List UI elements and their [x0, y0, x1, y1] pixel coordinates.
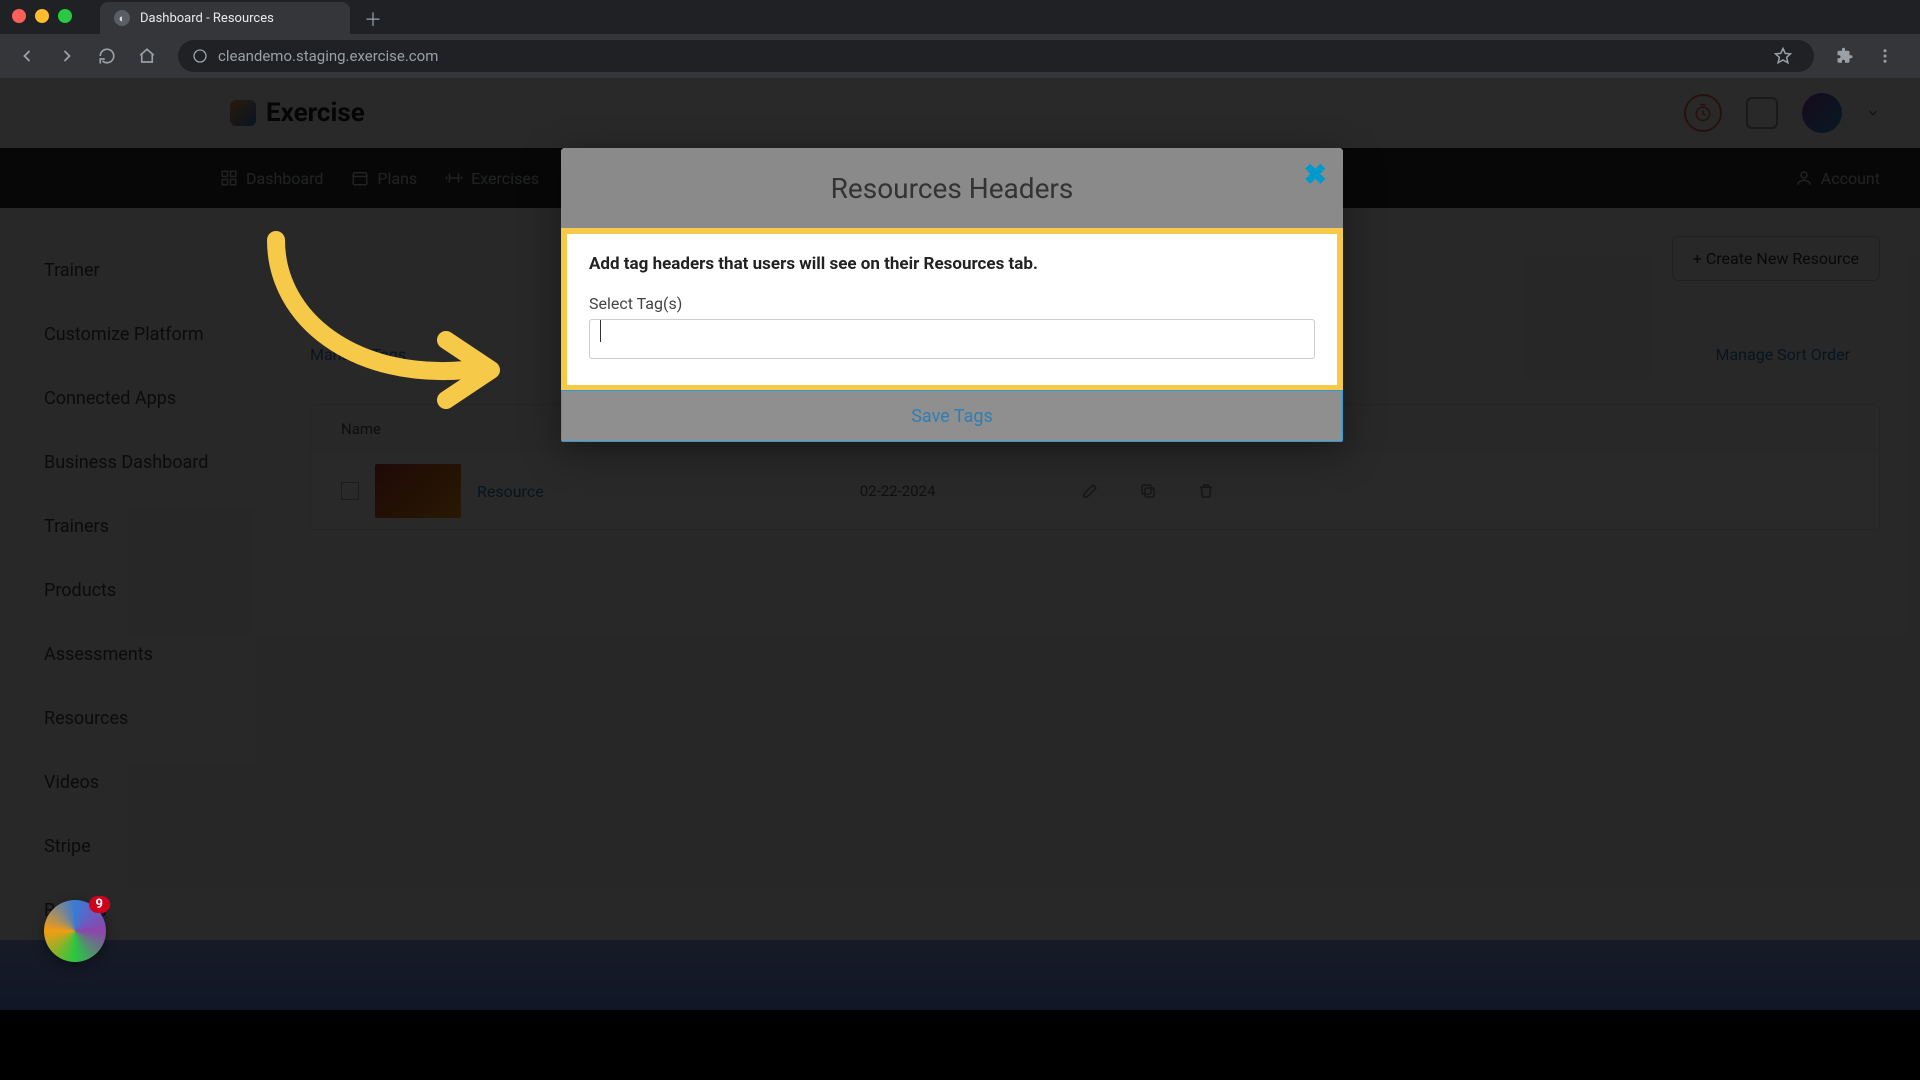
modal-title: Resources Headers	[831, 172, 1074, 205]
modal-close-button[interactable]: ✖	[1304, 158, 1327, 191]
arrow-right-icon	[57, 46, 77, 66]
save-tags-label: Save Tags	[911, 406, 993, 427]
address-bar[interactable]: cleandemo.staging.exercise.com	[178, 40, 1814, 72]
star-icon	[1774, 47, 1792, 65]
window-zoom-button[interactable]	[58, 9, 72, 23]
new-tab-button[interactable]: ＋	[358, 4, 388, 34]
arrow-left-icon	[17, 46, 37, 66]
window-close-button[interactable]	[12, 9, 26, 23]
modal-header: Resources Headers ✖	[561, 148, 1343, 228]
modal-instruction: Add tag headers that users will see on t…	[589, 254, 1315, 274]
page-viewport: Exercise Dashboard Plans Exercises Accou…	[0, 78, 1920, 1010]
browser-tab[interactable]: ◐ Dashboard - Resources	[100, 2, 350, 34]
tab-bar: ◐ Dashboard - Resources ＋	[0, 0, 1920, 34]
browser-toolbar: cleandemo.staging.exercise.com	[0, 34, 1920, 78]
kebab-icon	[1876, 47, 1894, 65]
forward-button[interactable]	[50, 39, 84, 73]
window-traffic-lights	[12, 9, 72, 23]
save-tags-button[interactable]: Save Tags	[561, 390, 1343, 442]
tab-title: Dashboard - Resources	[140, 11, 274, 26]
home-icon	[138, 47, 156, 65]
select-tags-label: Select Tag(s)	[589, 294, 1315, 313]
url-text: cleandemo.staging.exercise.com	[218, 47, 438, 65]
puzzle-icon	[1836, 47, 1854, 65]
browser-menu-button[interactable]	[1868, 39, 1902, 73]
extensions-button[interactable]	[1828, 39, 1862, 73]
select-tags-input[interactable]	[589, 319, 1315, 359]
window-minimize-button[interactable]	[35, 9, 49, 23]
browser-chrome: ◐ Dashboard - Resources ＋ cleandemo.stag…	[0, 0, 1920, 78]
bookmark-button[interactable]	[1766, 39, 1800, 73]
resources-headers-modal: Resources Headers ✖ Add tag headers that…	[561, 148, 1343, 442]
reload-button[interactable]	[90, 39, 124, 73]
text-cursor	[600, 320, 601, 342]
site-info-icon	[192, 48, 208, 64]
back-button[interactable]	[10, 39, 44, 73]
modal-highlight-area: Add tag headers that users will see on t…	[561, 228, 1343, 391]
help-widget[interactable]: 9	[44, 900, 106, 962]
reload-icon	[98, 47, 116, 65]
notification-count-badge: 9	[89, 896, 110, 913]
tab-favicon: ◐	[114, 10, 130, 26]
home-button[interactable]	[130, 39, 164, 73]
